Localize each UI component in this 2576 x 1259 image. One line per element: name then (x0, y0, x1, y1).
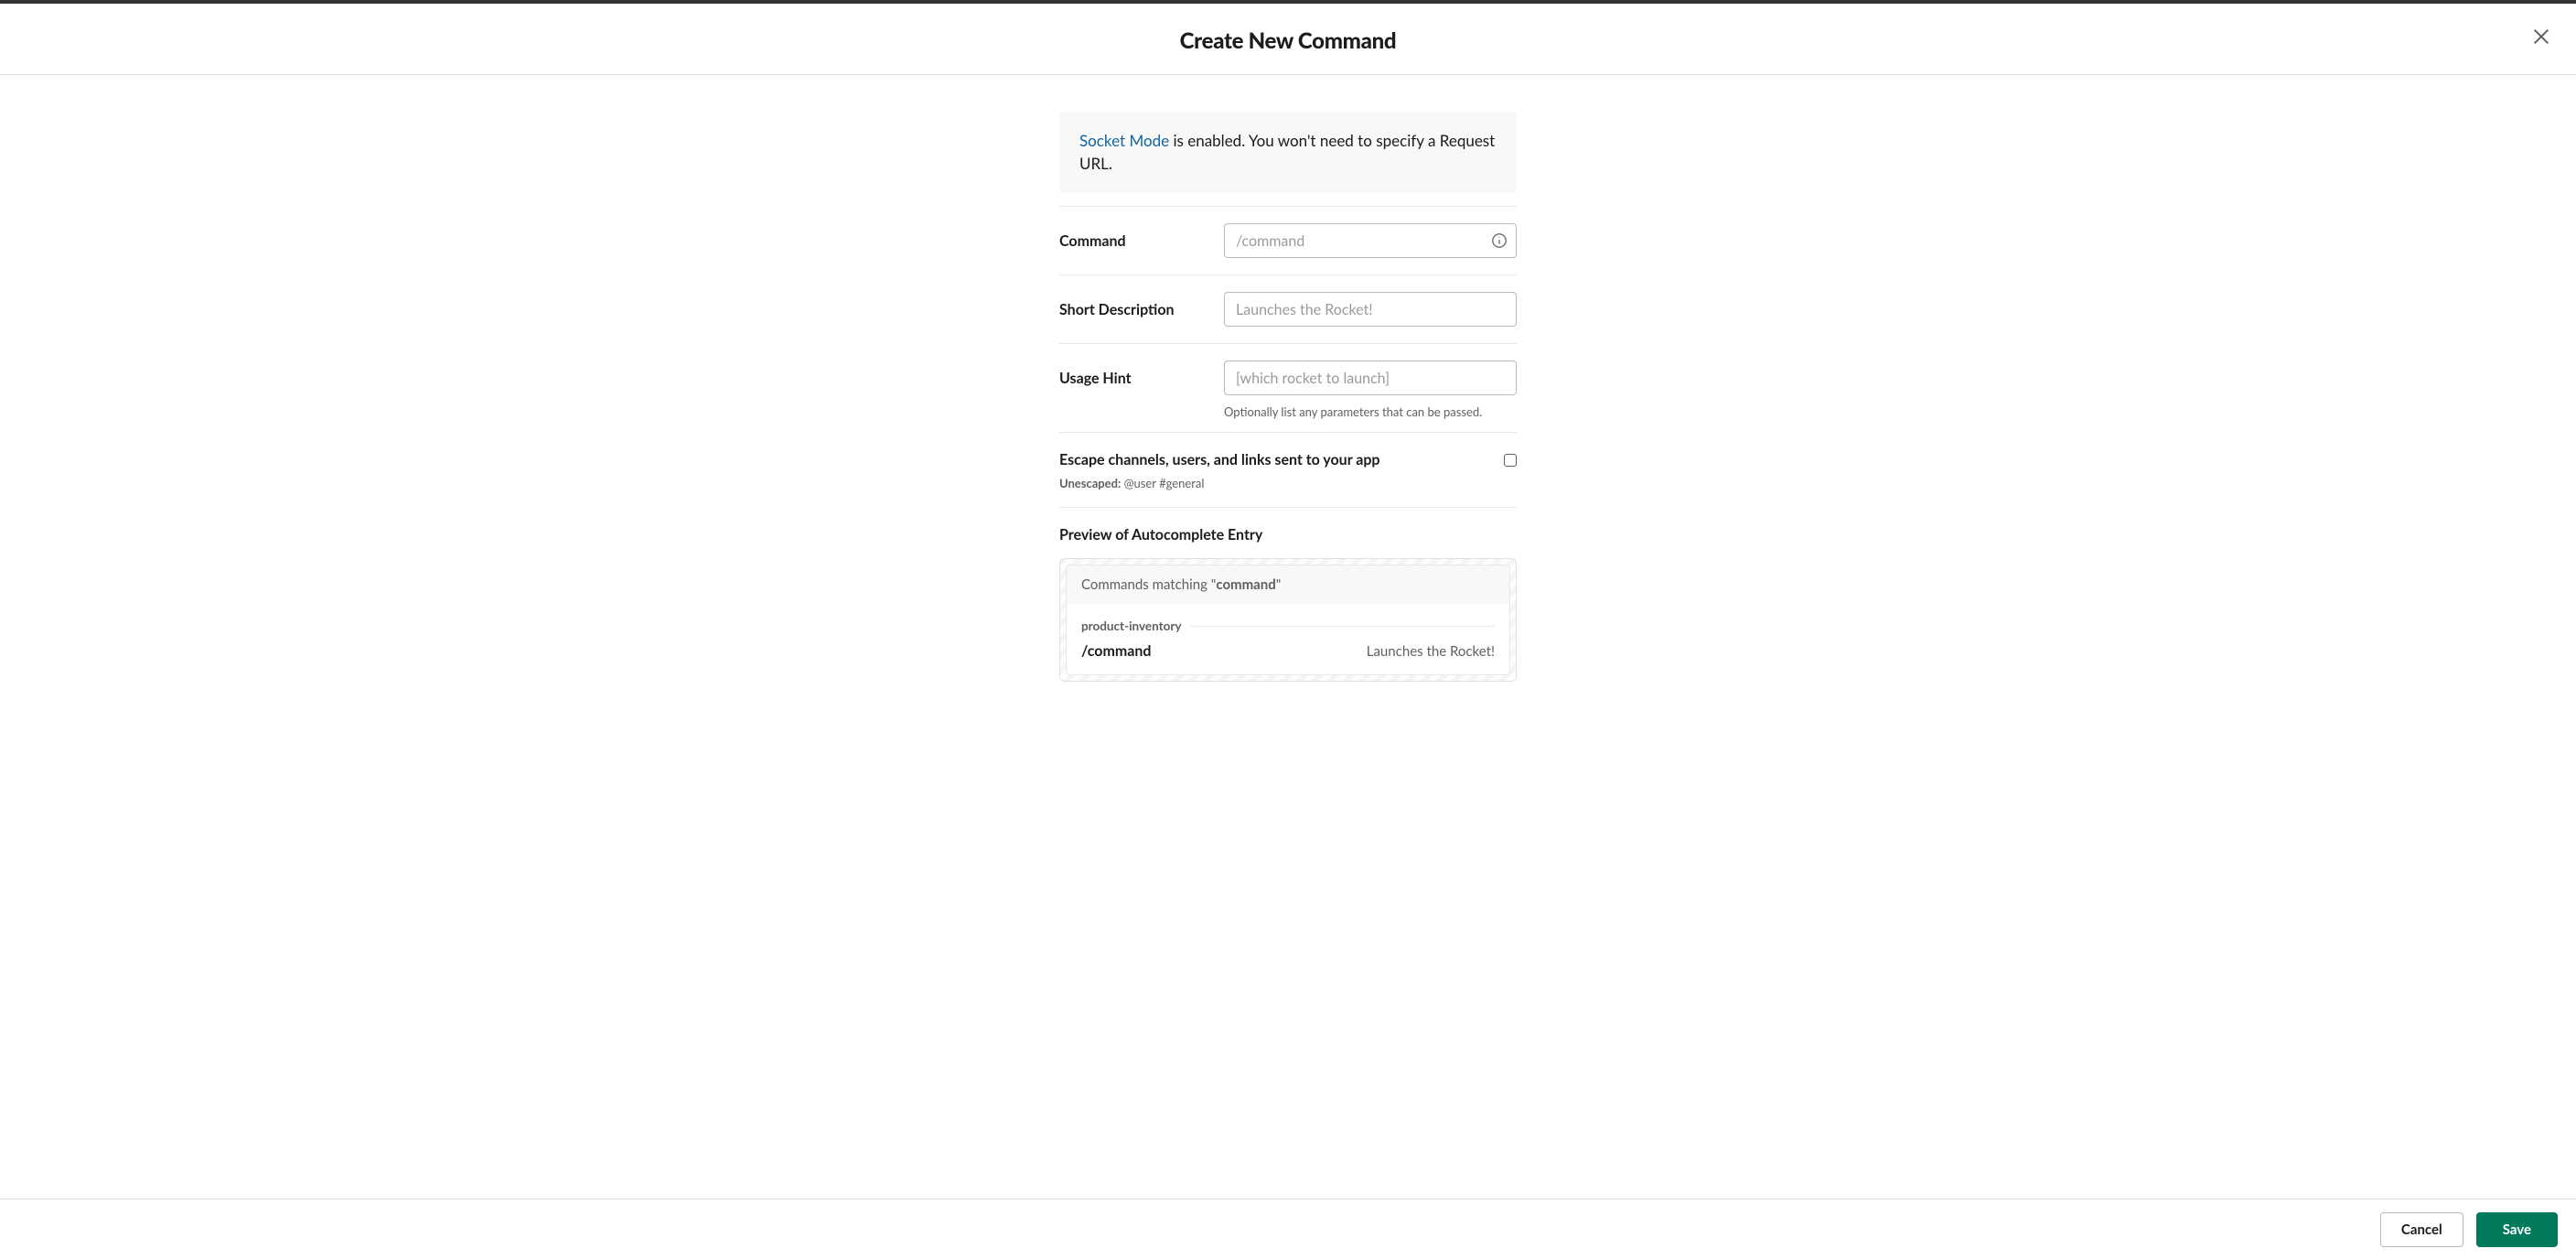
short-description-input-wrap (1224, 292, 1517, 327)
escape-note: Unescaped: @user #general (1059, 476, 1517, 507)
escape-note-prefix: Unescaped: (1059, 476, 1121, 490)
save-button[interactable]: Save (2476, 1212, 2558, 1247)
preview-header-keyword: command (1216, 576, 1275, 593)
usage-hint-input-wrap (1224, 360, 1517, 395)
escape-label: Escape channels, users, and links sent t… (1059, 451, 1380, 468)
modal-body: Socket Mode is enabled. You won't need t… (0, 75, 2576, 810)
usage-hint-input[interactable] (1224, 360, 1517, 395)
short-description-input[interactable] (1224, 292, 1517, 327)
usage-hint-help: Optionally list any parameters that can … (1224, 404, 1517, 419)
socket-mode-banner: Socket Mode is enabled. You won't need t… (1059, 112, 1517, 193)
field-row-usage-hint: Usage Hint (1059, 344, 1517, 412)
command-input-wrap (1224, 223, 1517, 258)
short-description-label: Short Description (1059, 301, 1224, 318)
field-row-short-description: Short Description (1059, 275, 1517, 343)
preview-title: Preview of Autocomplete Entry (1059, 508, 1517, 558)
modal-header: Create New Command (0, 4, 2576, 75)
preview-card: Commands matching "command" product-inve… (1066, 565, 1510, 675)
socket-mode-link[interactable]: Socket Mode (1079, 131, 1169, 150)
preview-command-row: /command Launches the Rocket! (1081, 642, 1495, 660)
cancel-button[interactable]: Cancel (2380, 1212, 2463, 1247)
preview-group-name: product-inventory (1081, 619, 1182, 633)
preview-group-line: product-inventory (1081, 619, 1495, 633)
preview-header-prefix: Commands matching " (1081, 576, 1216, 593)
preview-command-desc: Launches the Rocket! (1367, 643, 1495, 660)
modal-title: Create New Command (1180, 27, 1397, 54)
command-input[interactable] (1224, 223, 1517, 258)
preview-body: product-inventory /command Launches the … (1067, 604, 1509, 674)
usage-hint-label: Usage Hint (1059, 370, 1224, 387)
close-icon (2531, 27, 2551, 47)
escape-note-example: @user #general (1121, 476, 1204, 490)
preview-header-suffix: " (1276, 576, 1282, 593)
preview-outer: Commands matching "command" product-inve… (1059, 558, 1517, 682)
preview-group-rule (1191, 626, 1495, 627)
escape-checkbox[interactable] (1504, 454, 1517, 467)
preview-card-header: Commands matching "command" (1067, 565, 1509, 604)
preview-command-name: /command (1081, 642, 1151, 660)
modal-footer: Cancel Save (0, 1199, 2576, 1259)
field-row-command: Command (1059, 207, 1517, 274)
command-label: Command (1059, 232, 1224, 250)
info-icon[interactable] (1491, 232, 1508, 249)
close-button[interactable] (2525, 20, 2558, 53)
form-column: Socket Mode is enabled. You won't need t… (1059, 112, 1517, 682)
escape-row: Escape channels, users, and links sent t… (1059, 433, 1517, 476)
